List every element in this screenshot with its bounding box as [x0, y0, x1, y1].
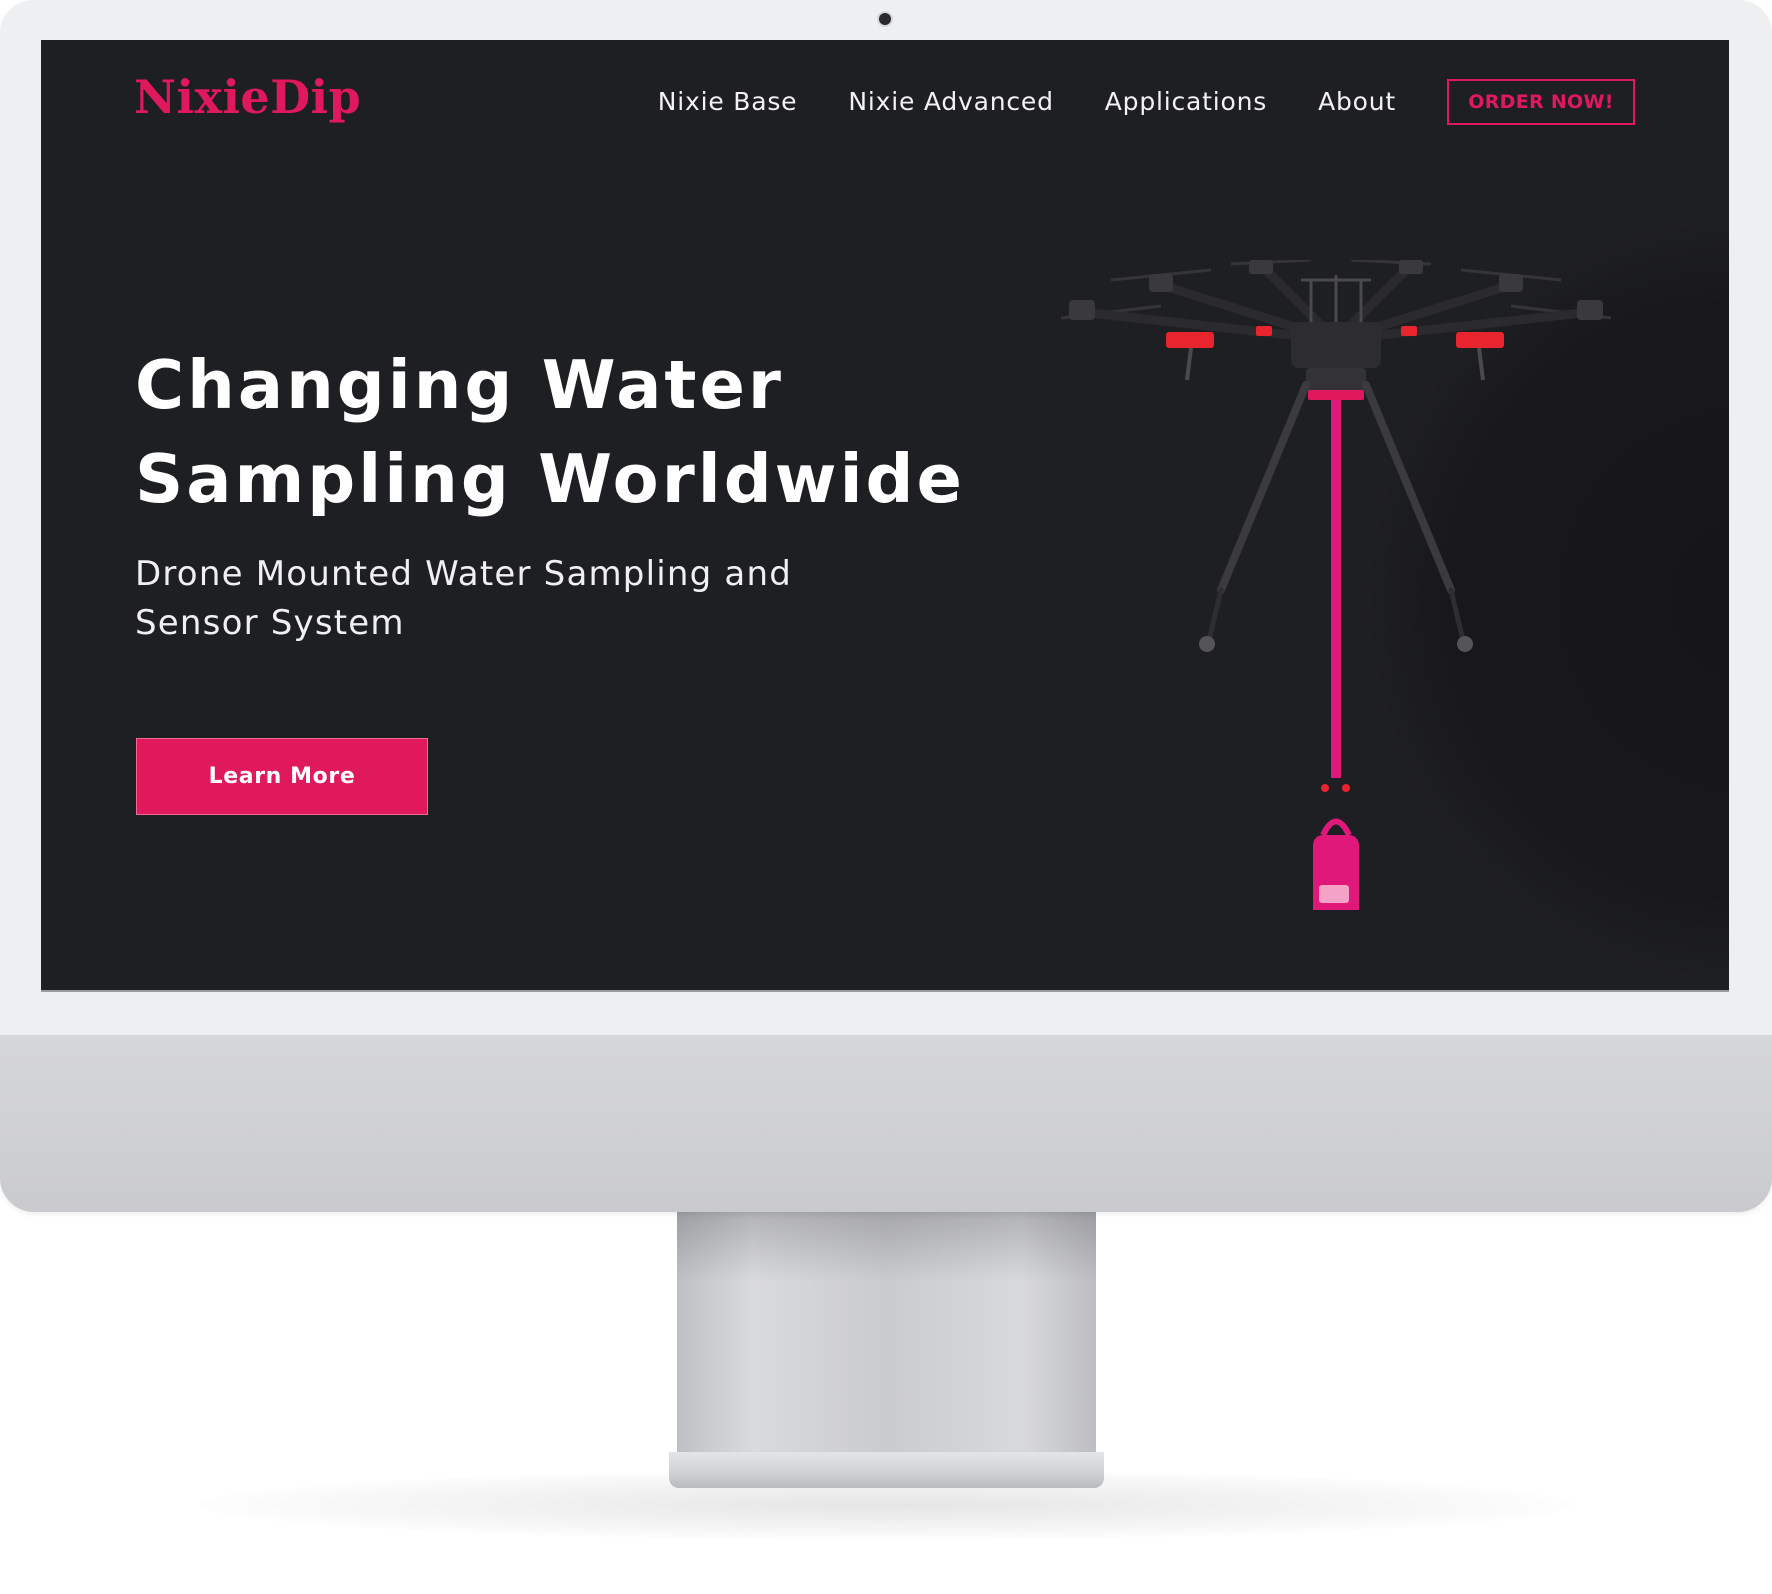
monitor-stand-shade: [677, 1212, 1096, 1282]
website-screen: NixieDip Nixie Base Nixie Advanced Appli…: [41, 40, 1729, 990]
hero-title-line-1: Changing Water: [135, 346, 784, 424]
drone-with-water-sampler-icon: [1060, 260, 1612, 910]
hero-title: Changing Water Sampling Worldwide: [135, 338, 1035, 526]
nav-item-applications[interactable]: Applications: [1105, 87, 1267, 116]
nav-item-about[interactable]: About: [1318, 87, 1396, 116]
hero-subtitle: Drone Mounted Water Sampling and Sensor …: [135, 550, 895, 648]
imac-monitor: NixieDip Nixie Base Nixie Advanced Appli…: [0, 0, 1772, 1212]
nav-item-nixie-base[interactable]: Nixie Base: [658, 87, 798, 116]
hero-subtitle-line-2: Sensor System: [135, 603, 405, 643]
site-logo[interactable]: NixieDip: [134, 70, 361, 124]
monitor-chin: [0, 1035, 1772, 1212]
main-nav: Nixie Base Nixie Advanced Applications A…: [658, 40, 1729, 163]
hero-subtitle-line-1: Drone Mounted Water Sampling and: [135, 554, 792, 594]
webcam-icon: [879, 13, 891, 25]
order-now-button[interactable]: ORDER NOW!: [1447, 78, 1635, 125]
learn-more-button[interactable]: Learn More: [136, 738, 428, 815]
monitor-stand-foot: [669, 1452, 1104, 1488]
nav-item-nixie-advanced[interactable]: Nixie Advanced: [848, 87, 1053, 116]
hero-title-line-2: Sampling Worldwide: [135, 440, 965, 518]
